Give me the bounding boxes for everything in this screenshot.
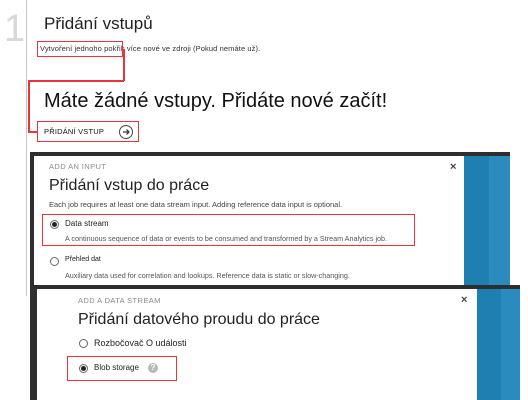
connector-line <box>123 49 125 81</box>
close-icon[interactable]: × <box>450 161 456 173</box>
section-title: Přidání vstupů <box>44 14 153 33</box>
add-input-button-label: PŘIDÁNÍ VSTUP <box>44 127 105 136</box>
connector-line <box>28 80 124 82</box>
add-input-dialog-subtitle: Each job requires at least one data stre… <box>49 200 343 209</box>
arrow-right-circle-icon <box>119 124 133 139</box>
step-divider <box>26 0 27 296</box>
data-stream-radio[interactable] <box>50 220 59 229</box>
help-icon[interactable]: ? <box>148 363 158 373</box>
reference-data-option-label[interactable]: Přehled dat <box>65 256 101 263</box>
link-highlight-box <box>37 41 123 57</box>
data-stream-option-label[interactable]: Data stream <box>65 219 109 228</box>
data-stream-option-desc: A continuous sequence of data or events … <box>65 234 388 243</box>
dialog-side-strip-accent <box>501 289 520 400</box>
step-number: 1 <box>4 8 26 50</box>
add-stream-dialog-title: Přidání datového proudu do práce <box>78 311 320 328</box>
event-hub-radio[interactable] <box>79 339 88 348</box>
add-stream-dialog-label: ADD A DATA STREAM <box>78 296 161 305</box>
close-icon[interactable]: × <box>461 294 467 306</box>
section-description-rest: více nové ve zdroji (Pokud nemáte už). <box>124 44 261 53</box>
reference-data-option-desc: Auxiliary data used for correlation and … <box>65 271 350 280</box>
add-input-dialog-label: ADD AN INPUT <box>49 162 107 171</box>
empty-state-title: Máte žádné vstupy. Přidáte nové začít! <box>44 90 388 112</box>
radio-icon <box>52 222 57 227</box>
blob-storage-radio[interactable] <box>79 364 88 373</box>
add-input-button[interactable]: PŘIDÁNÍ VSTUP <box>37 121 139 142</box>
radio-icon <box>81 366 86 371</box>
dialog-side-strip-accent <box>489 156 510 295</box>
add-input-dialog-title: Přidání vstup do práce <box>49 177 210 194</box>
blob-storage-option-label[interactable]: Blob storage <box>94 363 139 372</box>
connector-line <box>28 80 30 132</box>
reference-data-radio[interactable] <box>50 257 59 266</box>
event-hub-option-label[interactable]: Rozbočovač O události <box>94 338 187 348</box>
